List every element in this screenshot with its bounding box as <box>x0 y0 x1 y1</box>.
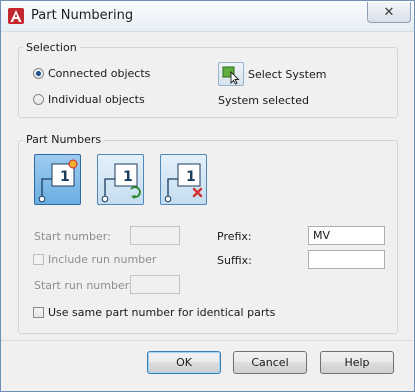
same-part-number-label: Use same part number for identical parts <box>48 306 276 319</box>
prefix-input[interactable]: MV <box>308 226 385 245</box>
start-run-number-input[interactable] <box>130 275 180 294</box>
start-number-input[interactable] <box>130 226 180 245</box>
same-part-number-checkbox[interactable]: Use same part number for identical parts <box>33 306 275 319</box>
autocad-logo-icon <box>8 8 24 24</box>
selection-group-title: Selection <box>23 41 80 54</box>
close-icon: ✕ <box>383 4 395 20</box>
help-button[interactable]: Help <box>320 351 394 374</box>
prefix-label: Prefix: <box>217 230 252 243</box>
title-bar: Part Numbering ✕ <box>1 1 414 32</box>
include-run-number-checkbox[interactable]: Include run number <box>33 253 156 266</box>
radio-connected-objects[interactable]: Connected objects <box>33 67 150 80</box>
start-run-number-label: Start run number: <box>34 279 133 292</box>
part-number-assign-icon: 1 <box>38 159 78 203</box>
include-run-number-box[interactable] <box>33 254 44 265</box>
radio-individual-objects[interactable]: Individual objects <box>33 93 145 106</box>
assign-part-number-button[interactable]: 1 <box>34 154 81 205</box>
assign-number-glyph: 1 <box>60 169 70 185</box>
radio-individual-indicator[interactable] <box>33 94 44 105</box>
renumber-part-number-button[interactable]: 1 <box>97 154 144 205</box>
start-number-label: Start number: <box>34 230 111 243</box>
select-system-button[interactable] <box>218 62 244 86</box>
radio-connected-indicator[interactable] <box>33 68 44 79</box>
select-system-label[interactable]: Select System <box>248 68 326 81</box>
part-numbering-dialog: Part Numbering ✕ Selection Connected obj… <box>0 0 415 392</box>
part-number-remove-icon: 1 <box>164 163 203 203</box>
ok-button[interactable]: OK <box>147 351 221 374</box>
part-numbers-group-title: Part Numbers <box>23 133 105 146</box>
cancel-button[interactable]: Cancel <box>233 351 307 374</box>
suffix-label: Suffix: <box>217 254 252 267</box>
window-title: Part Numbering <box>31 8 134 23</box>
include-run-number-label: Include run number <box>48 253 157 266</box>
part-number-renumber-icon: 1 <box>101 163 141 203</box>
radio-connected-label: Connected objects <box>48 67 151 80</box>
selection-status-text: System selected <box>218 94 309 107</box>
suffix-input[interactable] <box>308 250 385 269</box>
selection-group <box>18 47 398 118</box>
renumber-number-glyph: 1 <box>123 169 133 185</box>
radio-individual-label: Individual objects <box>48 93 145 106</box>
select-system-icon <box>222 66 240 85</box>
close-button[interactable]: ✕ <box>367 2 411 23</box>
remove-number-glyph: 1 <box>186 169 196 185</box>
remove-part-number-button[interactable]: 1 <box>160 154 207 205</box>
same-part-number-box[interactable] <box>33 307 44 318</box>
